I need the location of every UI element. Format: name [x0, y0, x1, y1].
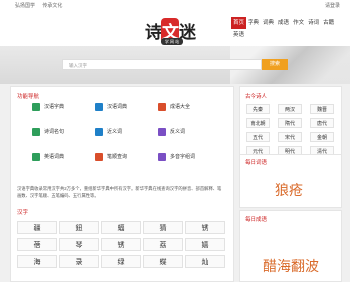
feature-label: 英语词典	[44, 154, 65, 160]
nav-idioms[interactable]: 成语	[276, 17, 291, 29]
daily-idiom[interactable]: 醋海翻波	[263, 256, 319, 276]
feature-item[interactable]: 近义词	[95, 126, 155, 138]
feature-label: 多音字组词	[170, 154, 196, 160]
poem-icon	[32, 127, 40, 136]
feature-label: 笔顺查询	[107, 154, 128, 160]
dynasty-item[interactable]: 魏晋	[310, 104, 334, 114]
nav-words[interactable]: 词典	[261, 17, 276, 29]
top-links: 弘扬国学 传承文化	[15, 0, 68, 12]
feature-item[interactable]: 笔顺查询	[95, 151, 155, 163]
logo-subtitle: 学 网 站	[161, 38, 183, 45]
nav-essays[interactable]: 作文	[291, 17, 306, 29]
char-cell[interactable]: 鈕	[59, 221, 99, 234]
char-cell[interactable]: 疆	[17, 221, 57, 234]
daily-word-title: 每日词语	[245, 160, 268, 166]
dynasty-item[interactable]: 金朝	[310, 132, 334, 142]
nav-dictionary[interactable]: 字典	[246, 17, 261, 29]
feature-label: 诗词名句	[44, 129, 65, 135]
top-link-1[interactable]: 弘扬国学	[15, 3, 35, 9]
polyphone-icon	[158, 152, 166, 161]
antonym-icon	[158, 127, 166, 136]
char-cell[interactable]: 荔	[143, 238, 183, 251]
feature-label: 反义词	[170, 129, 186, 135]
feature-label: 成语大全	[170, 104, 191, 110]
poets-title: 古今诗人	[245, 94, 268, 100]
synonym-icon	[95, 127, 103, 136]
feature-item[interactable]: 汉语词典	[95, 101, 155, 113]
dynasty-item[interactable]: 五代	[246, 132, 270, 142]
top-link-2[interactable]: 传承文化	[42, 3, 62, 9]
dynasty-item[interactable]: 先秦	[246, 104, 270, 114]
logo-char-1: 诗	[145, 23, 162, 42]
feature-label: 汉语词典	[107, 104, 128, 110]
feature-item[interactable]: 英语词典	[32, 151, 92, 163]
nav-english[interactable]: 英语	[231, 29, 246, 41]
main-nav: 首页 字典 词典 成语 作文 诗词 古籍英语	[231, 17, 350, 38]
feature-item[interactable]: 反义词	[158, 126, 218, 138]
char-cell[interactable]: 猜	[143, 221, 183, 234]
stroke-icon	[95, 152, 103, 161]
features-title: 功能导航	[17, 94, 40, 100]
dynasty-item[interactable]: 隋代	[278, 118, 302, 128]
char-cell[interactable]: 灿	[185, 255, 225, 268]
char-cell[interactable]: 琴	[59, 238, 99, 251]
char-cell[interactable]: 蝶	[143, 255, 183, 268]
feature-item[interactable]: 汉语字典	[32, 101, 92, 113]
dynasty-item[interactable]: 南北朝	[246, 118, 270, 128]
login-link[interactable]: 请登录	[325, 0, 340, 12]
idiom-icon	[158, 102, 166, 111]
feature-item[interactable]: 成语大全	[158, 101, 218, 113]
chars-title: 汉字	[17, 210, 29, 216]
dynasty-item[interactable]: 唐代	[310, 118, 334, 128]
feature-label: 近义词	[107, 129, 123, 135]
dynasty-item[interactable]: 两汉	[278, 104, 302, 114]
nav-poems[interactable]: 诗词	[306, 17, 321, 29]
feature-item[interactable]: 诗词名句	[32, 126, 92, 138]
char-cell[interactable]: 绿	[101, 255, 141, 268]
char-cell[interactable]: 锈	[185, 221, 225, 234]
nav-classics[interactable]: 古籍	[321, 17, 336, 29]
main-panel	[10, 86, 234, 282]
dictionary-icon	[32, 102, 40, 111]
english-icon	[32, 152, 40, 161]
char-cell[interactable]: 录	[59, 255, 99, 268]
daily-idiom-title: 每日成语	[245, 217, 268, 223]
daily-word[interactable]: 狼疮	[275, 180, 303, 200]
dictionary-description: 汉语字典收录常用汉字共2万多个，重组新华字典中所有汉字。新华字典在线查询汉字的拼…	[17, 186, 222, 198]
search-button[interactable]: 搜索	[262, 59, 288, 70]
char-cell[interactable]: 锈	[101, 238, 141, 251]
dynasty-item[interactable]: 宋代	[278, 132, 302, 142]
char-cell[interactable]: 嬉	[185, 238, 225, 251]
nav-home[interactable]: 首页	[231, 17, 247, 29]
feature-label: 汉语字典	[44, 104, 65, 110]
feature-item[interactable]: 多音字组词	[158, 151, 218, 163]
char-cell[interactable]: 蝠	[101, 221, 141, 234]
char-cell[interactable]: 海	[17, 255, 57, 268]
book-icon	[95, 102, 103, 111]
char-cell[interactable]: 蓓	[17, 238, 57, 251]
search-input[interactable]: 输入汉字	[62, 59, 262, 70]
